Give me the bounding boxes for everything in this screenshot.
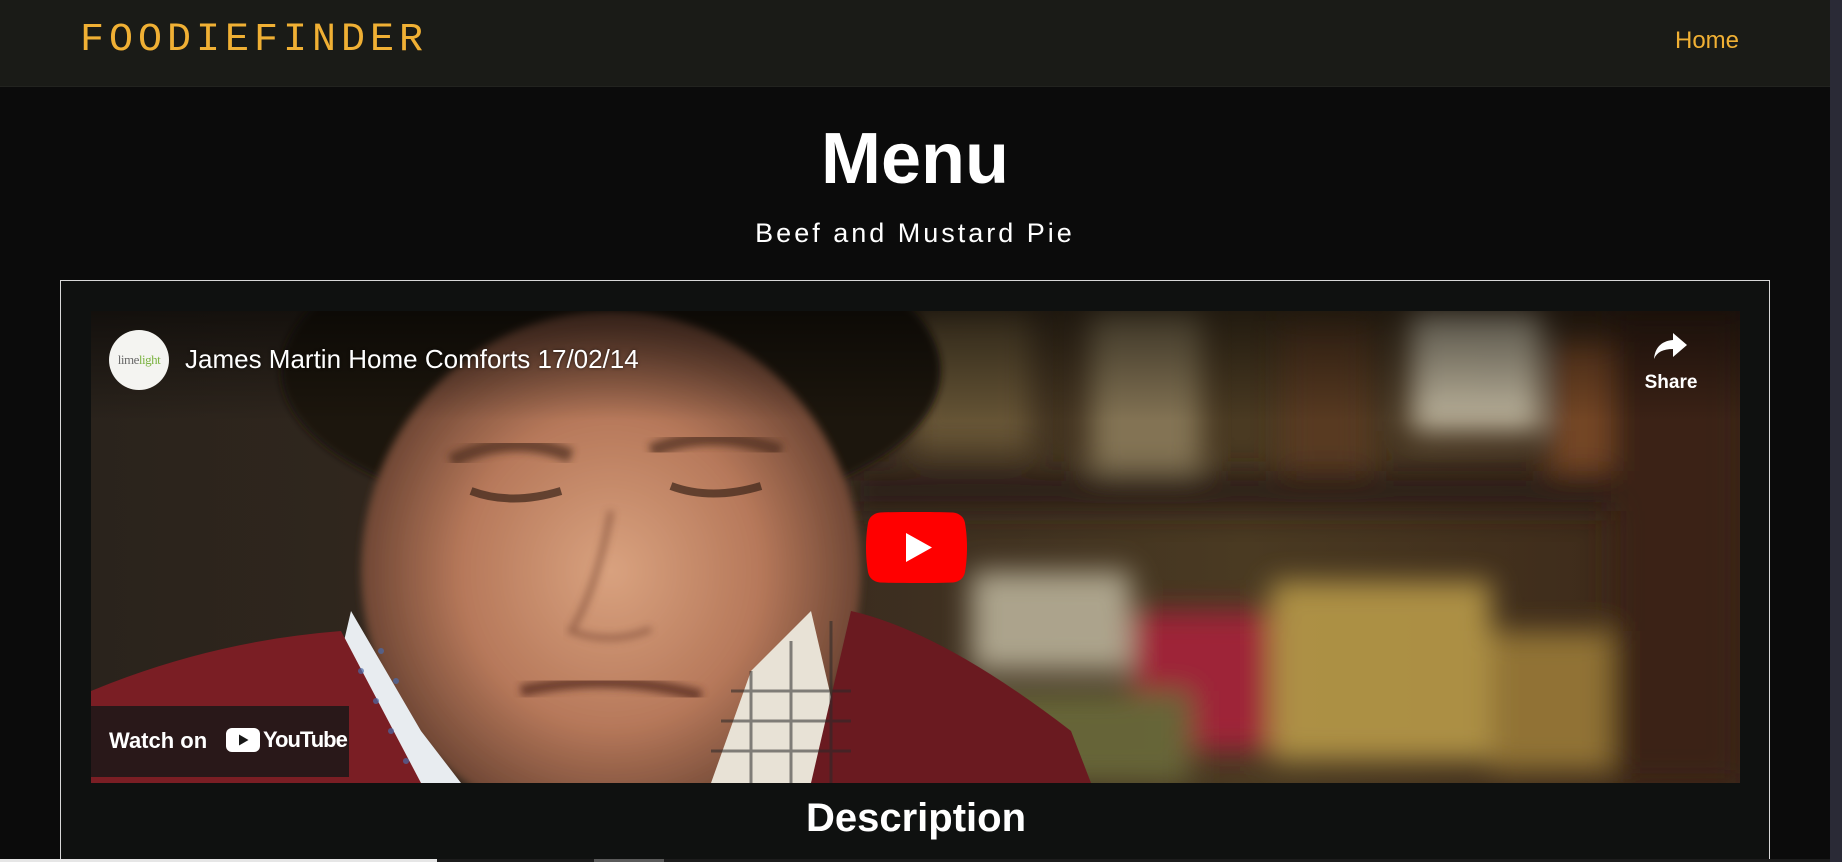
- recipe-card: limelight James Martin Home Comforts 17/…: [60, 280, 1770, 862]
- nav-link-home[interactable]: Home: [1675, 27, 1739, 55]
- video-title[interactable]: James Martin Home Comforts 17/02/14: [185, 344, 639, 375]
- share-button[interactable]: Share: [1626, 331, 1716, 406]
- youtube-wordmark: YouTube: [263, 727, 348, 752]
- channel-avatar[interactable]: limelight: [109, 330, 169, 390]
- share-arrow-icon: [1654, 333, 1687, 359]
- brand-logo[interactable]: FOODIEFINDER: [80, 18, 428, 63]
- watch-on-label: Watch on: [109, 728, 208, 753]
- page-title: Menu: [821, 119, 1009, 199]
- channel-avatar-label: limelight: [117, 352, 161, 367]
- play-button[interactable]: [866, 512, 967, 583]
- video-embed[interactable]: limelight James Martin Home Comforts 17/…: [91, 311, 1740, 783]
- vertical-scrollbar[interactable]: [1830, 0, 1842, 862]
- play-button-icon: [866, 512, 967, 583]
- watch-on-youtube-button[interactable]: Watch on YouTube: [91, 706, 349, 777]
- description-heading: Description: [805, 796, 1027, 840]
- youtube-logo-icon: [226, 728, 260, 752]
- navbar: FOODIEFINDER Home: [0, 0, 1842, 87]
- dish-name: Beef and Mustard Pie: [755, 218, 1075, 248]
- share-label: Share: [1644, 372, 1698, 393]
